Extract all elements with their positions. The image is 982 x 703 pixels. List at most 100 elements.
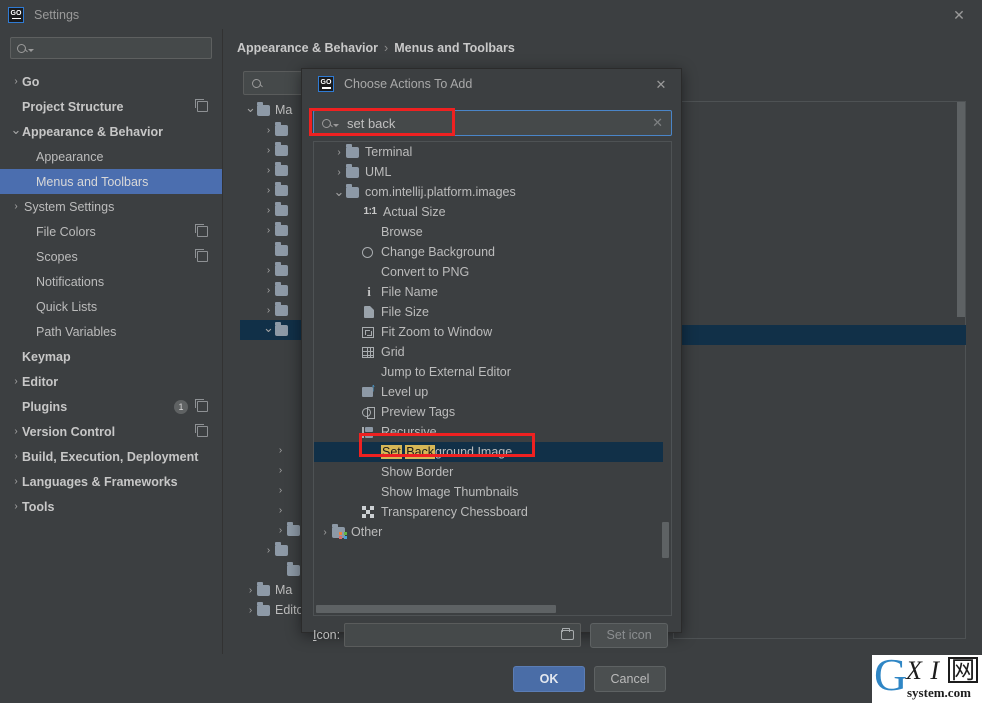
window-title: Settings bbox=[34, 7, 80, 22]
action-row[interactable]: Transparency Chessboard bbox=[314, 502, 663, 522]
action-row[interactable]: Show Border bbox=[314, 462, 663, 482]
action-row[interactable]: Show Image Thumbnails bbox=[314, 482, 663, 502]
copy-icon[interactable] bbox=[195, 99, 208, 112]
sidebar-item-quick-lists[interactable]: Quick Lists bbox=[0, 294, 222, 319]
action-group-row[interactable]: › Terminal bbox=[314, 142, 663, 162]
sidebar-item-menus-and-toolbars[interactable]: Menus and Toolbars bbox=[0, 169, 222, 194]
sidebar-item-project-structure[interactable]: Project Structure bbox=[0, 94, 222, 119]
action-label: Actual Size bbox=[383, 205, 446, 219]
chevron-right-icon[interactable]: › bbox=[274, 525, 287, 536]
chevron-right-icon[interactable]: › bbox=[10, 501, 22, 512]
action-group-row[interactable]: › Other bbox=[314, 522, 663, 542]
chevron-right-icon[interactable]: › bbox=[262, 545, 275, 556]
action-row[interactable]: Jump to External Editor bbox=[314, 362, 663, 382]
chevron-down-icon[interactable]: ⌄ bbox=[10, 123, 22, 136]
sidebar-item-languages-frameworks[interactable]: › Languages & Frameworks bbox=[0, 469, 222, 494]
sidebar-item-file-colors[interactable]: File Colors bbox=[0, 219, 222, 244]
action-row[interactable]: Change Background bbox=[314, 242, 663, 262]
action-row[interactable]: File Size bbox=[314, 302, 663, 322]
chevron-right-icon[interactable]: › bbox=[262, 145, 275, 156]
sidebar-item-notifications[interactable]: Notifications bbox=[0, 269, 222, 294]
chevron-right-icon[interactable]: › bbox=[262, 165, 275, 176]
chevron-right-icon[interactable]: › bbox=[332, 167, 346, 178]
dialog-cancel-button[interactable]: Cancel bbox=[594, 666, 666, 692]
action-row[interactable]: Set Background Image bbox=[314, 442, 663, 462]
settings-sidebar: › Go Project Structure ⌄ Appearance & Behavi… bbox=[0, 29, 222, 654]
recursive-icon bbox=[362, 425, 376, 439]
chevron-right-icon[interactable]: › bbox=[262, 265, 275, 276]
sidebar-list: › Go Project Structure ⌄ Appearance & Behavi… bbox=[0, 69, 222, 519]
chevron-right-icon[interactable]: › bbox=[244, 585, 257, 596]
copy-icon[interactable] bbox=[195, 399, 208, 412]
breadcrumb-root[interactable]: Appearance & Behavior bbox=[237, 41, 378, 55]
sidebar-item-go[interactable]: › Go bbox=[0, 69, 222, 94]
action-row[interactable]: 1:1 Actual Size bbox=[314, 202, 663, 222]
chevron-right-icon[interactable]: › bbox=[262, 305, 275, 316]
chevron-right-icon[interactable]: › bbox=[262, 185, 275, 196]
clear-icon[interactable]: ✕ bbox=[652, 115, 663, 131]
action-row[interactable]: Browse bbox=[314, 222, 663, 242]
action-row[interactable]: Level up bbox=[314, 382, 663, 402]
background-tree-label: Ma bbox=[275, 583, 293, 597]
chevron-right-icon[interactable]: › bbox=[274, 445, 287, 456]
chevron-right-icon[interactable]: › bbox=[318, 527, 332, 538]
chevron-right-icon[interactable]: › bbox=[10, 201, 22, 212]
file-icon bbox=[362, 305, 376, 319]
action-row[interactable]: Convert to PNG bbox=[314, 262, 663, 282]
chevron-right-icon[interactable]: › bbox=[274, 505, 287, 516]
dialog-titlebar: GO Choose Actions To Add ✕ bbox=[302, 69, 681, 99]
actions-horizontal-scrollbar[interactable] bbox=[316, 605, 556, 613]
chevron-right-icon[interactable]: › bbox=[262, 125, 275, 136]
chevron-right-icon[interactable]: › bbox=[10, 76, 22, 87]
sidebar-item-build-execution-deployment[interactable]: › Build, Execution, Deployment bbox=[0, 444, 222, 469]
chevron-right-icon[interactable]: › bbox=[332, 147, 346, 158]
sidebar-item-label: System Settings bbox=[24, 199, 115, 214]
copy-icon[interactable] bbox=[195, 249, 208, 262]
dialog-search-input[interactable]: set back ✕ bbox=[313, 110, 672, 136]
action-row[interactable]: Fit Zoom to Window bbox=[314, 322, 663, 342]
icon-path-input[interactable] bbox=[344, 623, 582, 647]
sidebar-item-path-variables[interactable]: Path Variables bbox=[0, 319, 222, 344]
chevron-right-icon[interactable]: › bbox=[10, 476, 22, 487]
action-row[interactable]: Preview Tags bbox=[314, 402, 663, 422]
chevron-right-icon[interactable]: › bbox=[10, 451, 22, 462]
action-row[interactable]: Recursive bbox=[314, 422, 663, 442]
chevron-right-icon[interactable]: › bbox=[262, 205, 275, 216]
chevron-right-icon[interactable]: › bbox=[274, 465, 287, 476]
folder-icon[interactable] bbox=[561, 627, 575, 640]
background-scrollbar-thumb[interactable] bbox=[957, 102, 965, 317]
chevron-right-icon[interactable]: › bbox=[244, 605, 257, 616]
action-row[interactable]: i File Name bbox=[314, 282, 663, 302]
chevron-down-icon[interactable]: ⌄ bbox=[262, 320, 275, 336]
actions-tree[interactable]: › Terminal › UML ⌄ com.intellij.platform.imag… bbox=[313, 141, 672, 616]
chevron-right-icon[interactable]: › bbox=[262, 285, 275, 296]
sidebar-item-badge: 1 bbox=[174, 399, 188, 414]
close-icon[interactable]: ✕ bbox=[950, 6, 968, 24]
chevron-right-icon[interactable]: › bbox=[274, 485, 287, 496]
close-icon[interactable]: ✕ bbox=[653, 77, 669, 93]
sidebar-item-scopes[interactable]: Scopes bbox=[0, 244, 222, 269]
folder-icon bbox=[275, 202, 288, 216]
sidebar-item-editor[interactable]: › Editor bbox=[0, 369, 222, 394]
action-row[interactable]: Grid bbox=[314, 342, 663, 362]
sidebar-item-system-settings[interactable]: › System Settings bbox=[0, 194, 222, 219]
action-group-row[interactable]: ⌄ com.intellij.platform.images bbox=[314, 182, 663, 202]
sidebar-item-appearance-behavior[interactable]: ⌄ Appearance & Behavior bbox=[0, 119, 222, 144]
sidebar-item-version-control[interactable]: › Version Control bbox=[0, 419, 222, 444]
actions-vertical-scrollbar[interactable] bbox=[662, 522, 669, 558]
sidebar-item-tools[interactable]: › Tools bbox=[0, 494, 222, 519]
sidebar-search-input[interactable] bbox=[10, 37, 212, 59]
chevron-down-icon[interactable]: ⌄ bbox=[244, 100, 257, 116]
chevron-right-icon[interactable]: › bbox=[10, 376, 22, 387]
sidebar-item-plugins[interactable]: Plugins 1 bbox=[0, 394, 222, 419]
sidebar-item-keymap[interactable]: Keymap bbox=[0, 344, 222, 369]
dialog-ok-button[interactable]: OK bbox=[513, 666, 585, 692]
sidebar-item-appearance[interactable]: Appearance bbox=[0, 144, 222, 169]
action-group-row[interactable]: › UML bbox=[314, 162, 663, 182]
chevron-down-icon[interactable]: ⌄ bbox=[332, 185, 346, 198]
copy-icon[interactable] bbox=[195, 424, 208, 437]
chevron-right-icon[interactable]: › bbox=[262, 225, 275, 236]
copy-icon[interactable] bbox=[195, 224, 208, 237]
chevron-right-icon[interactable]: › bbox=[10, 426, 22, 437]
set-icon-button[interactable]: Set icon bbox=[590, 622, 669, 648]
